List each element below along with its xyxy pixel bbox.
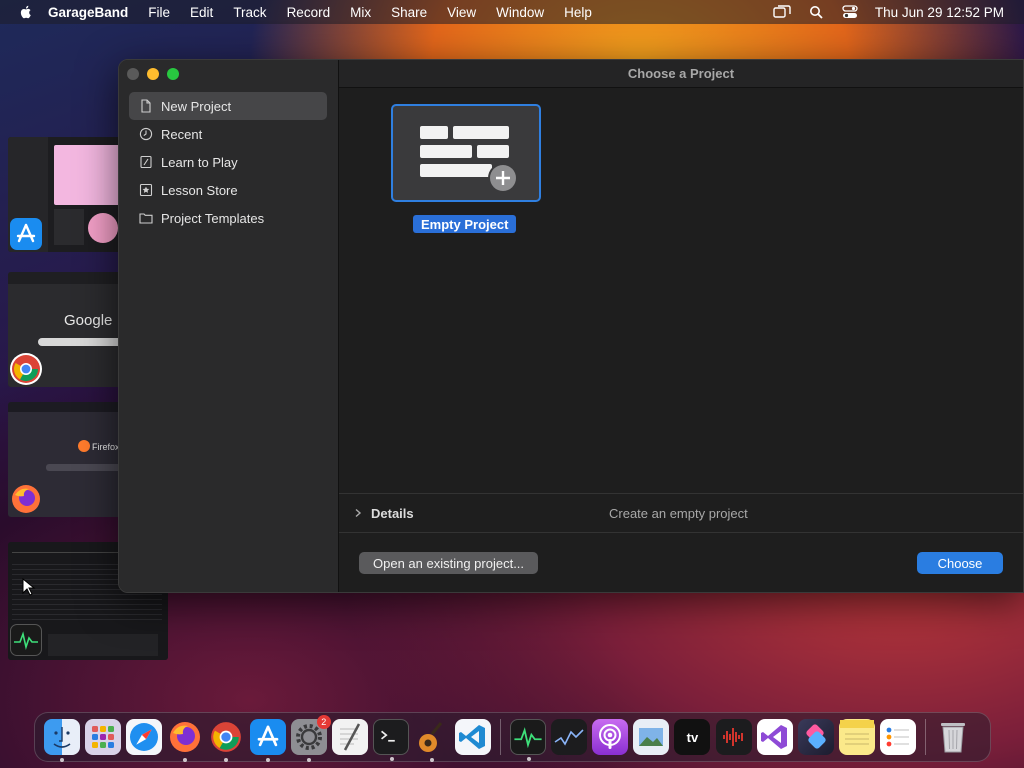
choose-button[interactable]: Choose (917, 552, 1003, 574)
menubar-clock[interactable]: Thu Jun 29 12:52 PM (875, 5, 1004, 20)
menu-file[interactable]: File (148, 5, 170, 20)
menu-view[interactable]: View (447, 5, 476, 20)
reminders-icon[interactable] (880, 719, 917, 755)
control-center-icon[interactable] (841, 4, 859, 20)
garageband-icon[interactable] (414, 719, 450, 762)
clock-icon (139, 127, 153, 141)
sidebar-list: New Project Recent Learn to Play Lesson … (129, 92, 327, 232)
dock: 2 tv (34, 712, 991, 762)
empty-project-label[interactable]: Empty Project (413, 215, 517, 233)
screen-mirroring-icon[interactable] (773, 4, 791, 20)
stocks-icon[interactable] (550, 719, 587, 755)
guitar-book-icon (139, 155, 153, 169)
menu-track[interactable]: Track (233, 5, 266, 20)
menu-app-name[interactable]: GarageBand (48, 5, 128, 20)
choose-project-window: New Project Recent Learn to Play Lesson … (118, 59, 1024, 593)
firefox-logo-text: Firefox (92, 442, 120, 452)
app-store-icon[interactable] (249, 719, 286, 762)
menu-mix[interactable]: Mix (350, 5, 371, 20)
sidebar-item-label: Learn to Play (161, 154, 238, 170)
menu-share[interactable]: Share (391, 5, 427, 20)
notification-badge: 2 (316, 715, 331, 729)
folder-icon (139, 211, 153, 225)
sidebar-item-label: New Project (161, 98, 232, 114)
sidebar-item-label: Project Templates (161, 210, 265, 226)
switcher-thumb-chrome[interactable]: Google (8, 272, 126, 387)
window-controls (127, 68, 179, 80)
app-store-icon (10, 218, 42, 250)
sidebar-item-label: Lesson Store (161, 182, 238, 198)
dock-separator (924, 719, 926, 755)
activity-monitor-icon (10, 624, 42, 656)
empty-project-tile[interactable] (391, 104, 541, 202)
star-icon (139, 183, 153, 197)
system-settings-icon[interactable]: 2 (290, 715, 331, 762)
chrome-icon (10, 353, 42, 385)
dock-separator (500, 719, 502, 755)
open-existing-project-button[interactable]: Open an existing project... (359, 552, 539, 574)
chevron-right-icon[interactable] (353, 508, 363, 518)
firefox-icon[interactable] (167, 719, 203, 762)
spotlight-search-icon[interactable] (807, 4, 825, 20)
menu-record[interactable]: Record (287, 5, 331, 20)
apple-tv-label: tv (686, 729, 699, 745)
sidebar-item-recent[interactable]: Recent (129, 120, 327, 148)
textedit-icon[interactable] (331, 719, 368, 755)
apple-tv-icon[interactable]: tv (674, 719, 711, 755)
project-chooser-content: Empty Project Details Create an empty pr… (339, 88, 1023, 592)
preview-icon[interactable] (633, 719, 670, 755)
visual-studio-icon[interactable] (756, 719, 793, 755)
sidebar-item-learn-to-play[interactable]: Learn to Play (129, 148, 327, 176)
menu-window[interactable]: Window (496, 5, 544, 20)
project-description: Create an empty project (609, 505, 748, 521)
chrome-icon[interactable] (208, 719, 244, 762)
launchpad-icon[interactable] (84, 719, 121, 755)
firefox-icon (10, 483, 42, 515)
minimize-window-button[interactable] (147, 68, 159, 80)
close-window-button[interactable] (127, 68, 139, 80)
document-icon (139, 99, 153, 113)
menu-help[interactable]: Help (564, 5, 592, 20)
empty-project-icon (393, 106, 539, 205)
switcher-thumb-firefox[interactable]: Firefox (8, 402, 126, 517)
menu-edit[interactable]: Edit (190, 5, 213, 20)
menu-bar: GarageBand File Edit Track Record Mix Sh… (0, 0, 1024, 24)
terminal-icon[interactable] (373, 719, 410, 761)
mouse-cursor-icon (22, 577, 36, 601)
safari-icon[interactable] (125, 719, 162, 755)
sidebar-item-project-templates[interactable]: Project Templates (129, 204, 327, 232)
details-disclosure[interactable]: Details Create an empty project (339, 493, 1023, 533)
sidebar-item-lesson-store[interactable]: Lesson Store (129, 176, 327, 204)
sidebar-item-new-project[interactable]: New Project (129, 92, 327, 120)
window-title: Choose a Project (339, 60, 1023, 88)
sidebar-item-label: Recent (161, 126, 203, 142)
apple-logo-icon[interactable] (18, 4, 34, 20)
finder-icon[interactable] (43, 719, 80, 762)
details-label[interactable]: Details (371, 506, 414, 521)
google-logo-text: Google (64, 312, 113, 329)
shortcuts-icon[interactable] (797, 719, 834, 755)
switcher-thumb-app-store[interactable] (8, 137, 126, 252)
zoom-window-button[interactable] (167, 68, 179, 80)
trash-icon[interactable] (935, 719, 971, 755)
vscode-icon[interactable] (455, 719, 492, 755)
project-sidebar: New Project Recent Learn to Play Lesson … (119, 60, 339, 592)
notes-icon[interactable] (839, 719, 876, 755)
voice-memos-icon[interactable] (715, 719, 752, 755)
activity-monitor-icon[interactable] (509, 719, 546, 761)
podcasts-icon[interactable] (592, 719, 629, 755)
